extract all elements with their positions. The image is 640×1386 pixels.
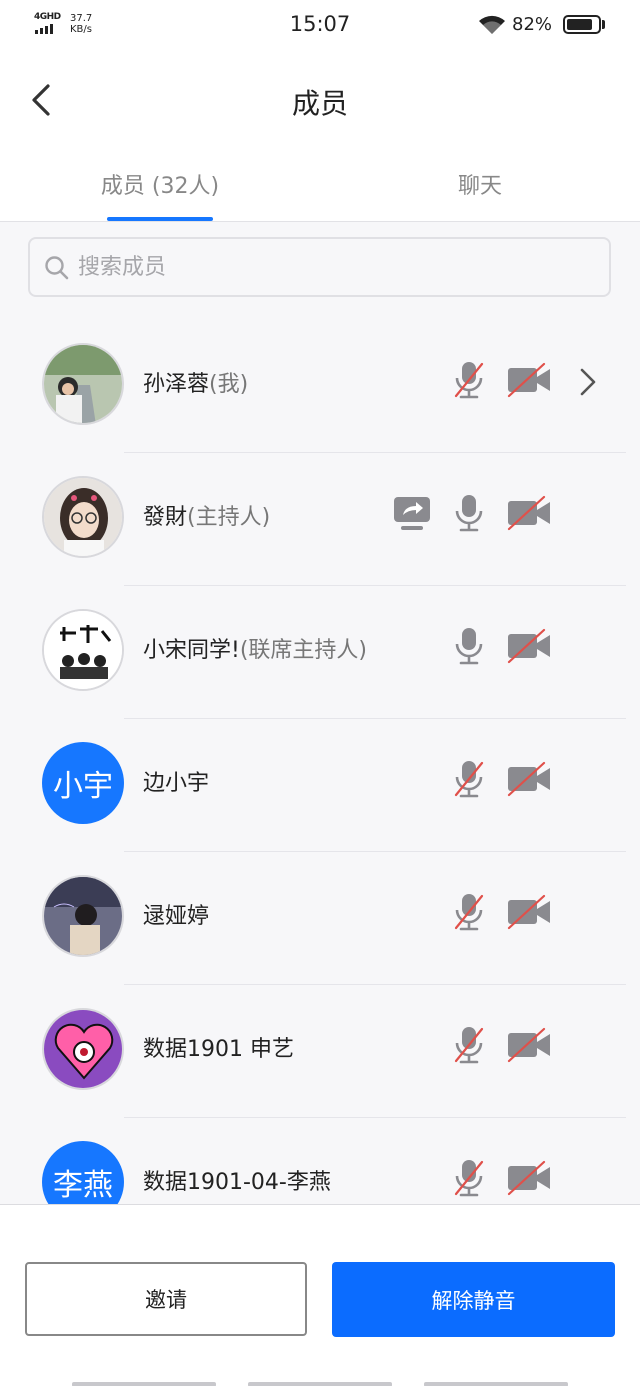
member-row[interactable]: 逯娅婷 (0, 852, 640, 985)
member-name: 孙泽蓉 (143, 372, 210, 397)
nav-hint-bar (424, 1382, 568, 1386)
microphone-icon[interactable] (452, 626, 486, 670)
member-name: 边小宇 (143, 771, 210, 796)
avatar (42, 1008, 124, 1090)
camera-off-icon[interactable] (506, 1025, 552, 1069)
microphone-muted-icon[interactable] (452, 892, 486, 936)
nav-hint-bar (72, 1382, 216, 1386)
member-name: 逯娅婷 (143, 904, 210, 929)
camera-off-icon[interactable] (506, 493, 552, 537)
microphone-icon[interactable] (452, 493, 486, 537)
page-title: 成员 (291, 87, 348, 120)
member-row[interactable]: 孙泽蓉(我) (0, 320, 640, 453)
member-name-line: 逯娅婷 (143, 898, 209, 930)
avatar (42, 343, 124, 425)
member-row[interactable]: 小宋同学!(联席主持人) (0, 586, 640, 719)
member-role: (联席主持人) (239, 638, 367, 663)
member-name-line: 小宋同学!(联席主持人) (143, 632, 367, 664)
avatar-initials: 小宇 (53, 769, 113, 804)
member-role: (我) (209, 372, 249, 397)
tab-bar: 成员 (32人) 聊天 (0, 150, 640, 222)
tab-chat[interactable]: 聊天 (320, 168, 640, 200)
member-name: 小宋同学! (143, 638, 240, 663)
microphone-muted-icon[interactable] (452, 759, 486, 803)
member-row[interactable]: 小宇 边小宇 (0, 719, 640, 852)
member-list-area[interactable]: 孙泽蓉(我) 發財(主持人) (0, 222, 640, 1204)
member-name-line: 孙泽蓉(我) (143, 366, 248, 398)
member-name-line: 發財(主持人) (143, 499, 270, 531)
microphone-muted-icon[interactable] (452, 1158, 486, 1202)
unmute-all-button[interactable]: 解除静音 (332, 1262, 615, 1337)
camera-off-icon[interactable] (506, 759, 552, 803)
nav-hint-bar (248, 1382, 392, 1386)
tab-active-indicator (107, 217, 213, 221)
chevron-right-icon[interactable] (576, 364, 600, 404)
screen-share-icon[interactable] (392, 493, 432, 537)
avatar (42, 609, 124, 691)
battery-percent: 82% (512, 14, 553, 35)
member-name: 發財 (143, 505, 188, 530)
search-box[interactable] (28, 237, 611, 297)
search-input[interactable] (78, 249, 578, 285)
camera-off-icon[interactable] (506, 1158, 552, 1202)
battery-level (567, 19, 592, 30)
battery-icon (563, 15, 601, 34)
member-name: 数据1901-04-李燕 (143, 1170, 331, 1195)
avatar (42, 476, 124, 558)
member-name: 数据1901 申艺 (143, 1037, 294, 1062)
battery-tip (602, 20, 605, 29)
tab-members[interactable]: 成员 (32人) (0, 168, 320, 200)
avatar-initials: 李燕 (53, 1168, 113, 1203)
avatar: 小宇 (42, 742, 124, 824)
wifi-icon (479, 15, 505, 34)
invite-button[interactable]: 邀请 (25, 1262, 307, 1336)
member-name-line: 边小宇 (143, 765, 209, 797)
microphone-muted-icon[interactable] (452, 360, 486, 404)
header: 成员 (0, 52, 640, 148)
search-icon (45, 256, 69, 280)
avatar: 李燕 (42, 1141, 124, 1204)
status-bar: 4GHD 37.7 KB/s 15:07 82% (0, 0, 640, 52)
member-role: (主持人) (187, 505, 271, 530)
member-row[interactable]: 数据1901 申艺 (0, 985, 640, 1118)
member-name-line: 数据1901-04-李燕 (143, 1164, 331, 1196)
microphone-muted-icon[interactable] (452, 1025, 486, 1069)
avatar (42, 875, 124, 957)
member-name-line: 数据1901 申艺 (143, 1031, 294, 1063)
camera-off-icon[interactable] (506, 626, 552, 670)
camera-off-icon[interactable] (506, 360, 552, 404)
camera-off-icon[interactable] (506, 892, 552, 936)
member-row[interactable]: 發財(主持人) (0, 453, 640, 586)
bottom-action-bar: 邀请 解除静音 (0, 1204, 640, 1386)
member-row[interactable]: 李燕 数据1901-04-李燕 (0, 1118, 640, 1204)
